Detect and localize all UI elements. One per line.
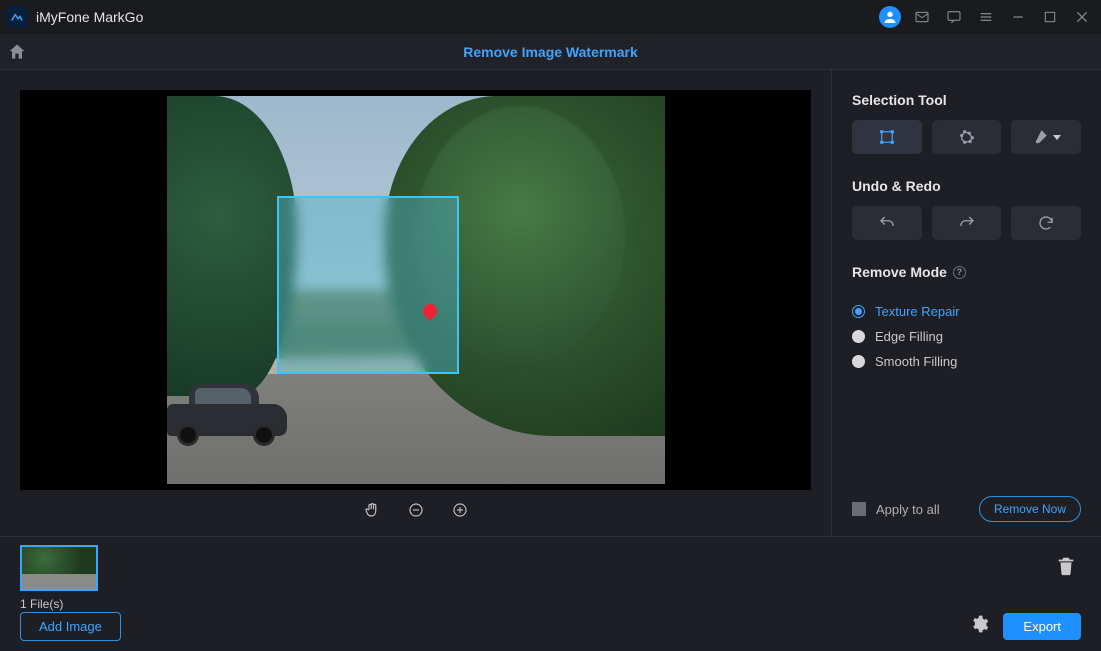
bottom-right: Export <box>969 613 1081 640</box>
page-tab[interactable]: Remove Image Watermark <box>463 44 638 60</box>
remove-mode-label: Remove Mode <box>852 264 947 280</box>
undo-redo-row <box>852 206 1081 240</box>
rectangle-tool-button[interactable] <box>852 120 922 154</box>
feedback-icon[interactable] <box>943 6 965 28</box>
bottom-row: Add Image Export <box>20 612 1081 641</box>
titlebar: iMyFone MarkGo <box>0 0 1101 34</box>
zoom-controls <box>20 490 811 530</box>
reset-button[interactable] <box>1011 206 1081 240</box>
apply-to-all-checkbox[interactable] <box>852 502 866 516</box>
mode-smooth-filling[interactable]: Smooth Filling <box>852 354 1081 369</box>
chevron-down-icon <box>1053 135 1061 140</box>
app-title: iMyFone MarkGo <box>36 9 143 25</box>
menu-icon[interactable] <box>975 6 997 28</box>
mail-icon[interactable] <box>911 6 933 28</box>
brush-tool-button[interactable] <box>1011 120 1081 154</box>
apply-to-all[interactable]: Apply to all <box>852 502 940 517</box>
remove-mode-list: Texture Repair Edge Filling Smooth Filli… <box>852 304 1081 369</box>
selection-tool-row <box>852 120 1081 154</box>
home-icon[interactable] <box>0 42 34 62</box>
undo-button[interactable] <box>852 206 922 240</box>
sidebar: Selection Tool Undo & Redo <box>831 70 1101 536</box>
selection-tool-title: Selection Tool <box>852 92 1081 108</box>
export-button[interactable]: Export <box>1003 613 1081 640</box>
minimize-icon[interactable] <box>1007 6 1029 28</box>
remove-now-button[interactable]: Remove Now <box>979 496 1081 522</box>
image-preview[interactable] <box>167 96 665 484</box>
undo-redo-title: Undo & Redo <box>852 178 1081 194</box>
zoom-out-icon[interactable] <box>406 500 426 520</box>
main: Selection Tool Undo & Redo <box>0 70 1101 536</box>
selection-rectangle[interactable] <box>277 196 459 374</box>
mode-edge-filling[interactable]: Edge Filling <box>852 329 1081 344</box>
hand-tool-icon[interactable] <box>362 500 382 520</box>
canvas-area <box>0 70 831 536</box>
help-icon[interactable]: ? <box>953 266 966 279</box>
apply-to-all-label: Apply to all <box>876 502 940 517</box>
zoom-in-icon[interactable] <box>450 500 470 520</box>
canvas-frame[interactable] <box>20 90 811 490</box>
lasso-tool-button[interactable] <box>932 120 1002 154</box>
header: Remove Image Watermark <box>0 34 1101 70</box>
delete-icon[interactable] <box>1055 555 1077 582</box>
car-graphic <box>167 376 297 446</box>
user-icon[interactable] <box>879 6 901 28</box>
file-count: 1 File(s) <box>20 597 98 611</box>
thumbnail-row: 1 File(s) <box>20 545 1081 611</box>
thumbnail[interactable] <box>20 545 98 591</box>
titlebar-left: iMyFone MarkGo <box>6 6 143 28</box>
remove-mode-title: Remove Mode ? <box>852 264 1081 280</box>
mode-texture-repair[interactable]: Texture Repair <box>852 304 1081 319</box>
redo-button[interactable] <box>932 206 1002 240</box>
close-icon[interactable] <box>1071 6 1093 28</box>
sidebar-footer: Apply to all Remove Now <box>852 496 1081 522</box>
app-logo <box>6 6 28 28</box>
maximize-icon[interactable] <box>1039 6 1061 28</box>
add-image-button[interactable]: Add Image <box>20 612 121 641</box>
settings-icon[interactable] <box>969 614 989 639</box>
titlebar-right <box>879 6 1093 28</box>
bottom-panel: 1 File(s) Add Image Export <box>0 536 1101 651</box>
